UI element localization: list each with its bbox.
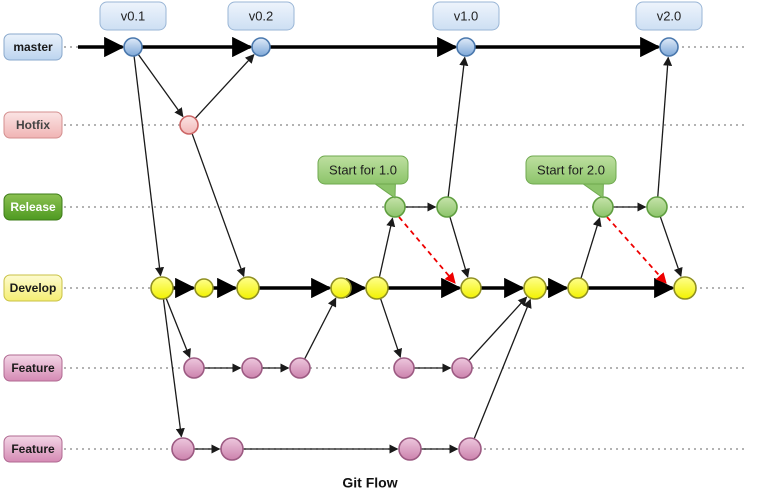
commit-node-m2[interactable]: [251, 37, 271, 57]
commit-node-d9[interactable]: [673, 276, 697, 300]
commit-node-f1c[interactable]: [289, 357, 311, 379]
diagram-title: Git Flow: [342, 475, 397, 491]
diagram-canvas: master Hotfix Release Develop Feature Feature…: [3, 1, 748, 491]
version-tag-v2-0[interactable]: v2.0: [635, 1, 703, 31]
commit-node-d6[interactable]: [460, 277, 482, 299]
commit-node-f2d[interactable]: [458, 437, 482, 461]
version-tag-label: v2.0: [657, 8, 682, 23]
callout-2[interactable]: Start for 2.0: [525, 155, 617, 199]
lane-label-develop[interactable]: Develop: [3, 274, 63, 302]
node-layer: [123, 37, 697, 461]
commit-node-f1b[interactable]: [241, 357, 263, 379]
version-tag-v1-0[interactable]: v1.0: [432, 1, 500, 31]
commit-node-f1a[interactable]: [183, 357, 205, 379]
lane-label-text: Release: [10, 200, 56, 214]
callout-label: Start for 1.0: [329, 162, 397, 177]
commit-node-m4[interactable]: [659, 37, 679, 57]
commit-node-d5[interactable]: [365, 276, 389, 300]
lane-label-text: Develop: [10, 281, 57, 295]
lane-guide-lines: [64, 46, 748, 450]
edge-f2d-to-d7: [473, 298, 532, 439]
callout-tail: [373, 182, 396, 199]
lane-label-text: Feature: [11, 442, 55, 456]
edge-d5-to-f1d: [380, 298, 403, 358]
lane-label-text: Feature: [11, 361, 55, 375]
callout-tail: [581, 182, 604, 199]
lane-label-layer: master Hotfix Release Develop Feature Feature: [3, 33, 63, 463]
commit-node-d2[interactable]: [194, 278, 214, 298]
commit-node-r3[interactable]: [592, 196, 614, 218]
version-tag-label: v1.0: [454, 8, 479, 23]
commit-node-r2[interactable]: [436, 196, 458, 218]
edge-m1-to-h1: [138, 54, 184, 118]
lane-label-text: Hotfix: [16, 118, 50, 132]
edge-f1c-to-d4: [304, 297, 337, 359]
lane-label-text: master: [13, 40, 53, 54]
commit-node-h1[interactable]: [179, 115, 199, 135]
commit-node-r1[interactable]: [384, 196, 406, 218]
edge-r1-to-d6: [398, 216, 456, 284]
edge-r4-to-m4: [657, 56, 673, 197]
version-tag-v0-2[interactable]: v0.2: [227, 1, 295, 31]
edge-h1-to-m2: [194, 54, 255, 119]
edge-h1-to-d3: [191, 133, 246, 278]
commit-node-m3[interactable]: [456, 37, 476, 57]
edge-layer: [78, 36, 683, 454]
lane-label-feature2[interactable]: Feature: [3, 435, 63, 463]
edge-r4-to-d9: [659, 216, 683, 278]
commit-node-f2c[interactable]: [398, 437, 422, 461]
version-tag-label: v0.1: [121, 8, 146, 23]
version-tag-label: v0.2: [249, 8, 274, 23]
commit-node-d3[interactable]: [236, 276, 260, 300]
commit-node-d8[interactable]: [567, 277, 589, 299]
callout-1[interactable]: Start for 1.0: [317, 155, 409, 199]
edge-r2-to-d6: [449, 216, 470, 278]
version-tag-layer: v0.1 v0.2 v1.0 v2.0: [99, 1, 703, 31]
lane-label-hotfix[interactable]: Hotfix: [3, 111, 63, 139]
callout-label: Start for 2.0: [537, 162, 605, 177]
commit-node-d4[interactable]: [330, 277, 352, 299]
commit-node-f1e[interactable]: [451, 357, 473, 379]
commit-node-f2b[interactable]: [220, 437, 244, 461]
edge-d5-to-r1: [378, 217, 396, 277]
callout-layer: Start for 1.0 Start for 2.0: [317, 155, 617, 199]
commit-node-d7[interactable]: [523, 276, 547, 300]
lane-label-release[interactable]: Release: [3, 193, 63, 221]
commit-node-f1d[interactable]: [393, 357, 415, 379]
lane-label-feature1[interactable]: Feature: [3, 354, 63, 382]
commit-node-r4[interactable]: [646, 196, 668, 218]
commit-node-d1[interactable]: [150, 276, 174, 300]
version-tag-v0-1[interactable]: v0.1: [99, 1, 167, 31]
commit-node-m1[interactable]: [123, 37, 143, 57]
git-flow-diagram: master Hotfix Release Develop Feature Feature…: [0, 0, 763, 503]
edge-r3-to-d9: [606, 216, 667, 284]
edge-m1-to-d1: [133, 56, 165, 277]
commit-node-f2a[interactable]: [171, 437, 195, 461]
edge-r2-to-m3: [447, 56, 469, 197]
lane-label-master[interactable]: master: [3, 33, 63, 61]
edge-d8-to-r3: [580, 217, 602, 279]
